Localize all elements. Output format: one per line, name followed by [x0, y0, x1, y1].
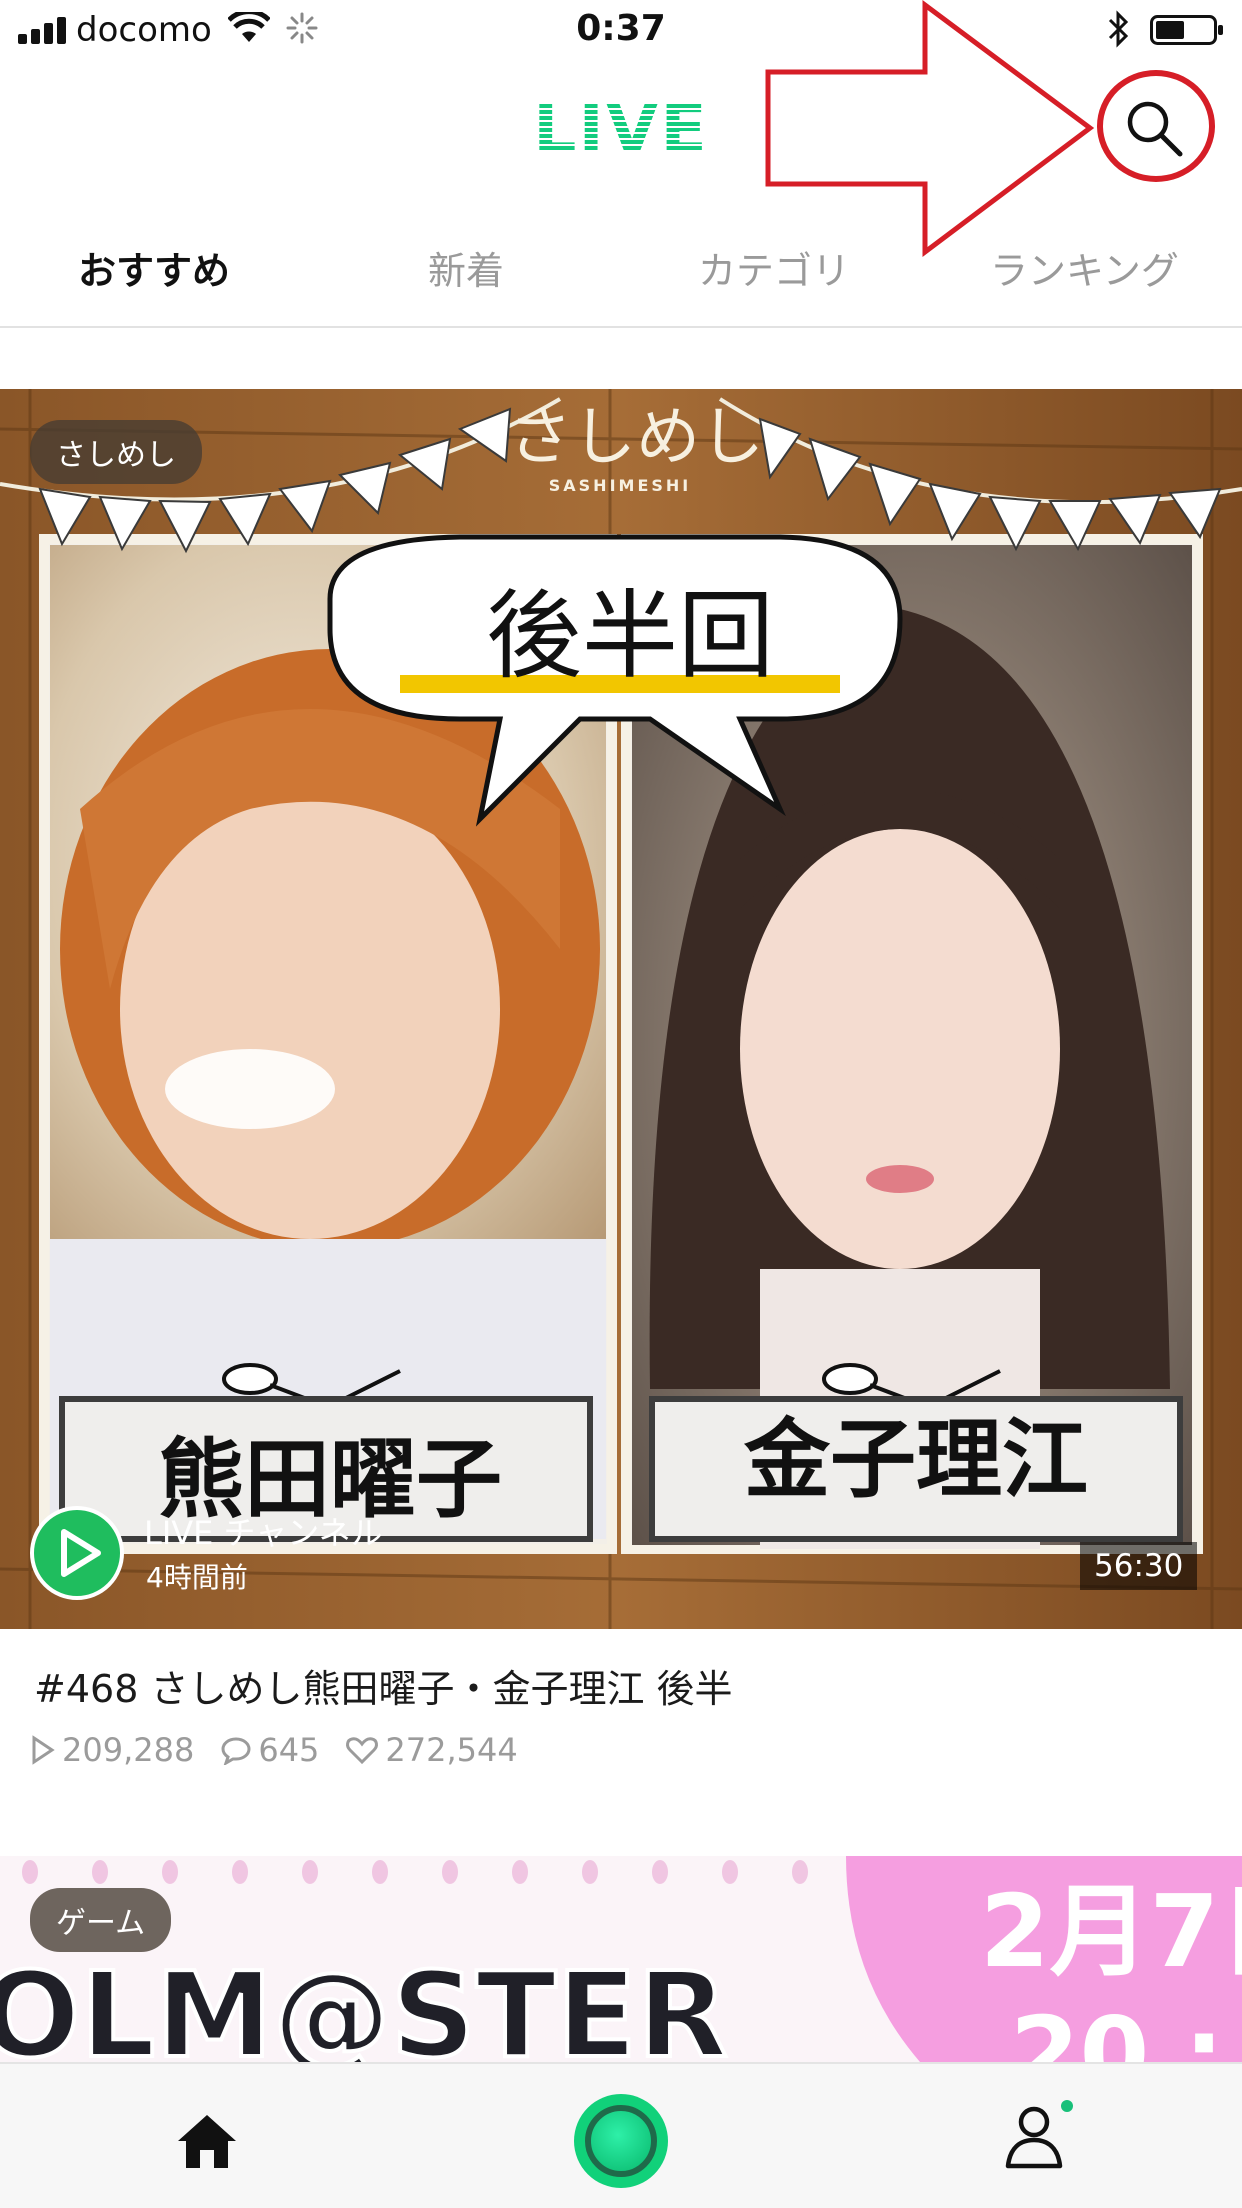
- bottom-navigation: [0, 2062, 1242, 2208]
- like-count-value: 272,544: [385, 1731, 518, 1769]
- tab-recommended[interactable]: おすすめ: [78, 240, 230, 295]
- thumbnail-headline: OLM@STER: [0, 1946, 728, 2062]
- video-duration: 56:30: [1080, 1542, 1198, 1590]
- video-stats: 209,288 645 272,544: [30, 1730, 544, 1770]
- play-count-value: 209,288: [62, 1731, 195, 1769]
- speech-bubble-text: 後半回: [486, 580, 774, 692]
- show-logo-text: さしめし: [508, 401, 764, 475]
- heart-icon: [346, 1737, 379, 1765]
- play-count-icon: [32, 1735, 55, 1765]
- home-icon[interactable]: [176, 2112, 238, 2170]
- thumbnail-date: 2月7日: [980, 1873, 1242, 1990]
- show-logo-subtext: SASHIMESHI: [549, 476, 692, 495]
- video-title[interactable]: #468 さしめし熊田曜子・金子理江 後半: [34, 1658, 733, 1713]
- comment-count-value: 645: [258, 1731, 320, 1769]
- name-plate-right: 金子理江: [743, 1410, 1088, 1510]
- category-badge[interactable]: ゲーム: [30, 1888, 172, 1952]
- live-broadcast-button[interactable]: [574, 2094, 668, 2188]
- app-title: LIVE: [533, 92, 709, 162]
- tab-ranking[interactable]: ランキング: [990, 240, 1179, 295]
- live-broadcast-icon: [585, 2105, 657, 2177]
- bluetooth-icon: [1108, 10, 1129, 48]
- channel-name[interactable]: LIVE チャンネル: [144, 1508, 383, 1554]
- category-badge[interactable]: さしめし: [30, 420, 202, 484]
- video-thumbnail[interactable]: さしめし SASHIMESHI 後半回 熊田曜子 金子理江: [0, 389, 1242, 1629]
- notification-dot: [1061, 2100, 1073, 2112]
- comment-icon: [221, 1737, 251, 1765]
- profile-icon[interactable]: [1004, 2104, 1064, 2170]
- posted-time: 4時間前: [146, 1561, 248, 1594]
- thumbnail-artwork: OLM@STER 2月7日 20 :: [0, 1856, 1242, 2062]
- battery-icon: [1150, 15, 1223, 45]
- tab-bar: おすすめ 新着 カテゴリ ランキング: [0, 216, 1242, 316]
- annotation-highlight-circle: [1097, 70, 1215, 182]
- video-thumbnail[interactable]: OLM@STER 2月7日 20 :: [0, 1856, 1242, 2062]
- play-icon: [61, 1529, 101, 1577]
- thumbnail-time: 20 :: [1010, 1995, 1224, 2062]
- thumbnail-artwork: さしめし SASHIMESHI 後半回 熊田曜子 金子理江: [0, 389, 1242, 1629]
- tab-divider: [0, 326, 1242, 328]
- like-count: 272,544: [345, 1731, 518, 1769]
- app-logo: LIVE: [533, 92, 709, 162]
- play-count: 209,288: [30, 1731, 194, 1769]
- comment-count: 645: [220, 1731, 319, 1769]
- channel-avatar[interactable]: [30, 1506, 124, 1600]
- tab-new[interactable]: 新着: [428, 240, 504, 295]
- tab-category[interactable]: カテゴリ: [698, 240, 850, 295]
